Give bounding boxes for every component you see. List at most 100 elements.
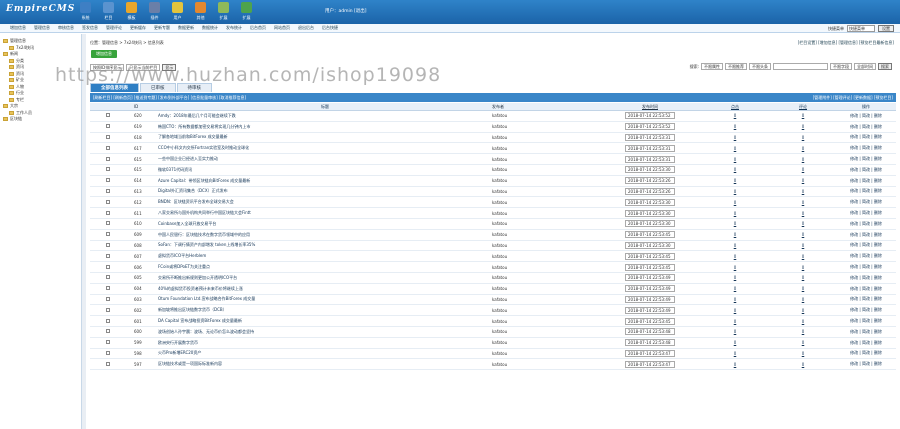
subnav-item[interactable]: 更新专题 — [154, 25, 170, 31]
row-comments[interactable]: 0 — [770, 351, 836, 356]
row-select[interactable] — [90, 124, 126, 129]
row-clicks[interactable]: 0 — [700, 178, 770, 183]
row-select[interactable] — [90, 167, 126, 172]
row-title[interactable]: BNDN：区块链资讯平台发布全球交易大会 — [158, 199, 492, 205]
row-ops[interactable]: 修改 | 简改 | 删除 — [836, 145, 896, 151]
row-checkbox[interactable] — [106, 264, 110, 269]
row-comments[interactable]: 0 — [770, 211, 836, 216]
row-clicks[interactable]: 0 — [700, 232, 770, 237]
header-date[interactable]: 发布时间 — [600, 104, 700, 110]
row-clicks[interactable]: 0 — [700, 329, 770, 334]
row-checkbox[interactable] — [106, 307, 110, 312]
quick-menu-button[interactable]: 设置 — [878, 25, 894, 32]
row-ops[interactable]: 修改 | 简改 | 删除 — [836, 275, 896, 281]
sidebar-item[interactable]: 区块链 — [3, 116, 78, 123]
row-ops[interactable]: 修改 | 简改 | 删除 — [836, 167, 896, 173]
row-checkbox[interactable] — [106, 134, 110, 139]
row-title[interactable]: Otum Foundation Ltd.宣布战略合作BitForex 成交量 — [158, 296, 492, 302]
row-title[interactable]: Digital外汇资讯集合（DCX）正式发布 — [158, 188, 492, 194]
subnav-item[interactable]: 管理评论 — [106, 25, 122, 31]
row-date[interactable]: 2018-07-14 22:53:49 — [625, 285, 675, 293]
row-date[interactable]: 2018-07-14 22:53:48 — [625, 339, 675, 347]
row-title[interactable]: Azure Capital：带领区块链向BitForex 成交量最新 — [158, 178, 492, 184]
user-info[interactable]: 用户：admin [退出] — [325, 8, 367, 14]
row-ops[interactable]: 修改 | 简改 | 删除 — [836, 361, 896, 367]
row-date[interactable]: 2018-07-14 22:53:45 — [625, 263, 675, 271]
row-ops[interactable]: 修改 | 简改 | 删除 — [836, 296, 896, 302]
row-clicks[interactable]: 0 — [700, 254, 770, 259]
row-checkbox[interactable] — [106, 253, 110, 258]
row-title[interactable]: FCoin或将DPoET为关注重点 — [158, 264, 492, 270]
row-checkbox[interactable] — [106, 329, 110, 334]
row-select[interactable] — [90, 275, 126, 280]
row-ops[interactable]: 修改 | 简改 | 删除 — [836, 178, 896, 184]
row-checkbox[interactable] — [106, 156, 110, 161]
row-ops[interactable]: 修改 | 简改 | 删除 — [836, 253, 896, 259]
row-date[interactable]: 2018-07-14 22:53:48 — [625, 328, 675, 336]
row-select[interactable] — [90, 210, 126, 216]
row-select[interactable] — [90, 296, 126, 302]
row-date[interactable]: 2018-07-14 22:53:31 — [625, 155, 675, 163]
row-checkbox[interactable] — [106, 199, 110, 204]
subnav-item[interactable]: 后台快捷 — [322, 25, 338, 31]
row-clicks[interactable]: 0 — [700, 319, 770, 324]
row-checkbox[interactable] — [106, 232, 110, 237]
row-date[interactable]: 2018-07-14 22:53:31 — [625, 133, 675, 141]
nav-item[interactable]: 系统 — [74, 2, 97, 22]
row-comments[interactable]: 0 — [770, 135, 836, 140]
nav-item[interactable]: 模板 — [120, 2, 143, 22]
row-select[interactable] — [90, 113, 126, 118]
row-date[interactable]: 2018-07-14 22:53:45 — [625, 231, 675, 239]
row-select[interactable] — [90, 221, 126, 226]
action-links-right[interactable]: [管理附件] [管理评论] [更新数据] [预览栏目] — [813, 95, 893, 101]
row-ops[interactable]: 修改 | 简改 | 删除 — [836, 286, 896, 292]
row-date[interactable]: 2018-07-14 22:53:49 — [625, 274, 675, 282]
search-button[interactable]: 搜索 — [878, 63, 892, 70]
row-clicks[interactable]: 0 — [700, 340, 770, 345]
row-checkbox[interactable] — [106, 167, 110, 172]
row-clicks[interactable]: 0 — [700, 308, 770, 313]
row-checkbox[interactable] — [106, 318, 110, 323]
row-checkbox[interactable] — [106, 188, 110, 193]
row-title[interactable]: 波场创始人孙宇晨：波场、无论币价怎么波动都会坚持 — [158, 329, 492, 335]
row-comments[interactable]: 0 — [770, 113, 836, 118]
row-select[interactable] — [90, 307, 126, 313]
row-checkbox[interactable] — [106, 124, 110, 129]
row-date[interactable]: 2018-07-14 22:53:49 — [625, 306, 675, 314]
row-select[interactable] — [90, 134, 126, 140]
row-title[interactable]: SoFan：下调行情资产内部增发 token上线增长率35% — [158, 242, 492, 248]
row-title[interactable]: 虚拟货币ICO平台Herblem — [158, 253, 492, 259]
row-checkbox[interactable] — [106, 340, 110, 345]
row-checkbox[interactable] — [106, 242, 110, 247]
row-clicks[interactable]: 0 — [700, 265, 770, 270]
header-clicks[interactable]: 点击 — [700, 104, 770, 110]
row-checkbox[interactable] — [106, 221, 110, 226]
row-comments[interactable]: 0 — [770, 275, 836, 280]
row-comments[interactable]: 0 — [770, 362, 836, 367]
nav-item[interactable]: 扩展 — [235, 2, 258, 22]
row-title[interactable]: DA Capital 宣布战略投资BitForex 成交量最新 — [158, 318, 492, 324]
subnav-item[interactable]: 签发信息 — [82, 25, 98, 31]
row-select[interactable] — [90, 286, 126, 291]
row-title[interactable]: 八家交易所与国外机构共同举行中国区块链大会Fintt — [158, 210, 492, 216]
row-select[interactable] — [90, 361, 126, 367]
row-select[interactable] — [90, 350, 126, 356]
row-title[interactable]: 中国人民银行：区块链技术在数字货币领域中的应用 — [158, 232, 492, 238]
row-ops[interactable]: 修改 | 简改 | 删除 — [836, 264, 896, 270]
top-links[interactable]: [栏目设置] [增加信息] [管理信息] [预览栏目最新信息] — [798, 40, 894, 46]
row-clicks[interactable]: 0 — [700, 146, 770, 151]
row-date[interactable]: 2018-07-14 22:53:30 — [625, 241, 675, 249]
row-clicks[interactable]: 0 — [700, 113, 770, 118]
row-date[interactable]: 2018-07-14 22:53:47 — [625, 349, 675, 357]
row-title[interactable]: 交易所不断推出新规则更加公开透明ICO平台 — [158, 275, 492, 281]
field-select[interactable]: 不限字段 — [830, 63, 852, 70]
row-select[interactable] — [90, 156, 126, 162]
row-date[interactable]: 2018-07-14 22:53:30 — [625, 198, 675, 206]
row-clicks[interactable]: 0 — [700, 221, 770, 226]
row-comments[interactable]: 0 — [770, 319, 836, 324]
row-clicks[interactable]: 0 — [700, 189, 770, 194]
row-clicks[interactable]: 0 — [700, 362, 770, 367]
row-clicks[interactable]: 0 — [700, 351, 770, 356]
row-date[interactable]: 2018-07-14 22:53:30 — [625, 166, 675, 174]
row-clicks[interactable]: 0 — [700, 286, 770, 291]
